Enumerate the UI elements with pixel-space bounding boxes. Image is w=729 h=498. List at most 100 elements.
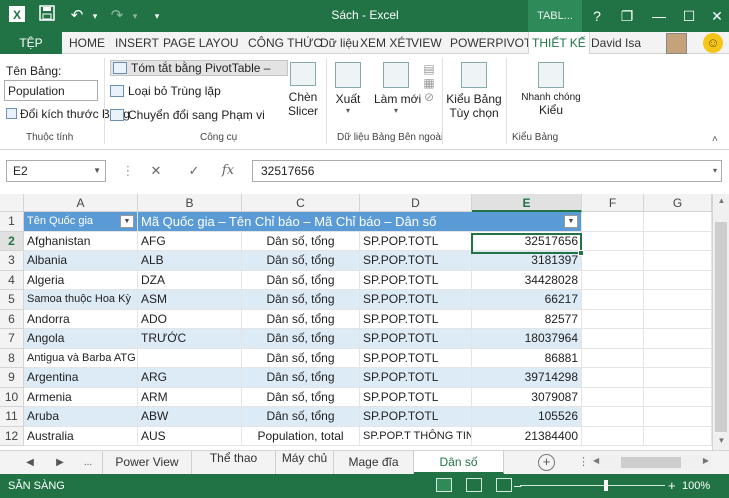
table-name-input[interactable] xyxy=(4,80,98,101)
tab-formulas[interactable]: CÔNG THỨC xyxy=(248,32,322,54)
table-cell-c[interactable]: Dân số, tổng xyxy=(242,348,360,368)
empty-cell[interactable] xyxy=(582,309,644,329)
table-cell-b[interactable]: TRƯỚC xyxy=(138,329,242,349)
table-cell-d[interactable]: SP.POP.TOTL xyxy=(360,407,472,427)
save-icon[interactable] xyxy=(36,5,58,27)
tab-view[interactable]: VIEW xyxy=(411,32,442,54)
empty-cell[interactable] xyxy=(582,329,644,349)
row-header[interactable]: 11 xyxy=(0,407,24,427)
ribbon-display-button[interactable]: ❐ xyxy=(616,6,638,26)
table-cell-e[interactable]: 3079087 xyxy=(472,387,582,407)
sheet-tab-hosts[interactable]: Máy chủ xyxy=(276,451,334,474)
empty-cell[interactable] xyxy=(582,270,644,290)
tab-file[interactable]: TỆP xyxy=(0,32,62,54)
sheet-tab-medals[interactable]: Mage đĩa xyxy=(334,451,414,474)
convert-to-range-button[interactable]: Chuyển đổi sang Phạm vi xyxy=(110,108,265,122)
table-cell-e[interactable]: 34428028 xyxy=(472,270,582,290)
empty-cell[interactable] xyxy=(582,368,644,388)
column-header-f[interactable]: F xyxy=(582,194,644,212)
table-header-cell[interactable]: Mã Quốc gia – Tên Chỉ báo – Mã Chỉ báo –… xyxy=(138,212,582,232)
table-cell-b[interactable] xyxy=(138,348,242,368)
column-header-b[interactable]: B xyxy=(138,194,242,212)
table-header-cell[interactable]: Tên Quốc gia ▼ xyxy=(24,212,138,232)
row-header[interactable]: 9 xyxy=(0,368,24,388)
scroll-down-icon[interactable]: ▼ xyxy=(713,434,729,448)
table-cell-e[interactable]: 18037964 xyxy=(472,329,582,349)
row-header[interactable]: 4 xyxy=(0,270,24,290)
empty-cell[interactable] xyxy=(644,387,712,407)
formula-expand-icon[interactable]: ▾ xyxy=(713,161,717,181)
table-cell-a[interactable]: Antigua và Barba ATG xyxy=(24,348,138,368)
more-sheets-button[interactable]: ... xyxy=(80,454,96,472)
empty-cell[interactable] xyxy=(644,270,712,290)
table-cell-c[interactable]: Dân số, tổng xyxy=(242,368,360,388)
collapse-ribbon-icon[interactable]: ˄ xyxy=(712,134,718,145)
table-cell-b[interactable]: ADO xyxy=(138,309,242,329)
minimize-button[interactable]: — xyxy=(648,6,670,26)
table-cell-b[interactable]: ASM xyxy=(138,290,242,310)
vertical-scrollbar[interactable]: ▲ ▼ xyxy=(712,194,729,450)
horizontal-scroll-thumb[interactable] xyxy=(621,457,681,468)
sheet-tabs-splitter-icon[interactable]: ⋮ xyxy=(578,455,589,468)
table-cell-a[interactable]: Afghanistan xyxy=(24,231,138,251)
scroll-left-icon[interactable]: ◀ xyxy=(593,456,599,465)
help-button[interactable]: ? xyxy=(586,6,608,26)
redo-dropdown-icon[interactable]: ▾ xyxy=(124,5,146,27)
table-cell-e[interactable]: 86881 xyxy=(472,348,582,368)
sheet-tab-power-view[interactable]: Power View xyxy=(102,451,192,474)
scroll-up-icon[interactable]: ▲ xyxy=(713,194,729,208)
refresh-button[interactable]: Làm mới ▾ xyxy=(374,62,421,115)
table-cell-c[interactable]: Dân số, tổng xyxy=(242,387,360,407)
insert-slicer-button[interactable]: Chèn Slicer xyxy=(286,62,320,118)
empty-cell[interactable] xyxy=(644,309,712,329)
normal-view-icon[interactable] xyxy=(436,478,452,492)
table-cell-a[interactable]: Aruba xyxy=(24,407,138,427)
column-header-a[interactable]: A xyxy=(24,194,138,212)
summarize-pivot-button[interactable]: Tóm tắt bằng PivotTable – xyxy=(110,60,288,76)
row-header[interactable]: 10 xyxy=(0,387,24,407)
tab-home[interactable]: HOME xyxy=(69,32,105,54)
empty-cell[interactable] xyxy=(582,231,644,251)
sheet-next-icon[interactable]: ▶ xyxy=(52,454,68,472)
table-cell-c[interactable]: Dân số, tổng xyxy=(242,329,360,349)
empty-cell[interactable] xyxy=(582,212,644,232)
table-cell-d[interactable]: SP.POP.TOTL xyxy=(360,231,472,251)
table-cell-b[interactable]: AUS xyxy=(138,426,242,446)
quick-styles-button[interactable]: Nhanh chóng Kiểu xyxy=(520,62,582,117)
table-cell-d[interactable]: SP.POP.TOTL xyxy=(360,309,472,329)
table-cell-c[interactable]: Dân số, tổng xyxy=(242,251,360,271)
filter-dropdown-icon[interactable]: ▼ xyxy=(120,215,134,228)
empty-cell[interactable] xyxy=(582,387,644,407)
insert-function-button[interactable]: fx xyxy=(218,160,238,182)
tab-page-layout[interactable]: PAGE LAYOU xyxy=(163,32,239,54)
table-cell-d[interactable]: SP.POP.TOTL xyxy=(360,329,472,349)
table-cell-d[interactable]: SP.POP.TOTL xyxy=(360,348,472,368)
page-layout-view-icon[interactable] xyxy=(466,478,482,492)
name-box-dropdown-icon[interactable]: ▼ xyxy=(93,161,101,181)
formula-input[interactable]: 32517656 ▾ xyxy=(252,160,722,182)
table-cell-d[interactable]: SP.POP.TOTL xyxy=(360,251,472,271)
table-cell-d[interactable]: SP.POP.TOTL xyxy=(360,290,472,310)
table-cell-d[interactable]: SP.POP.TOTL xyxy=(360,270,472,290)
empty-cell[interactable] xyxy=(644,231,712,251)
table-cell-c[interactable]: Population, total xyxy=(242,426,360,446)
empty-cell[interactable] xyxy=(644,426,712,446)
tab-design[interactable]: THIẾT KẾ xyxy=(528,32,590,55)
add-sheet-button[interactable]: + xyxy=(538,454,555,471)
tab-data[interactable]: Dữ liệu xyxy=(320,32,359,54)
empty-cell[interactable] xyxy=(582,426,644,446)
table-cell-a[interactable]: Algeria xyxy=(24,270,138,290)
row-header[interactable]: 3 xyxy=(0,251,24,271)
maximize-button[interactable]: ☐ xyxy=(678,6,700,26)
table-cell-a[interactable]: Armenia xyxy=(24,387,138,407)
zoom-in-button[interactable]: + xyxy=(668,478,676,493)
table-cell-a[interactable]: Argentina xyxy=(24,368,138,388)
row-header[interactable]: 2 xyxy=(0,231,24,251)
table-cell-a[interactable]: Angola xyxy=(24,329,138,349)
zoom-slider[interactable] xyxy=(520,485,665,486)
table-cell-c[interactable]: Dân số, tổng xyxy=(242,231,360,251)
sheet-tab-population[interactable]: Dân số xyxy=(414,451,504,474)
empty-cell[interactable] xyxy=(582,348,644,368)
zoom-slider-thumb[interactable] xyxy=(604,480,608,491)
scroll-right-icon[interactable]: ▶ xyxy=(703,456,709,465)
